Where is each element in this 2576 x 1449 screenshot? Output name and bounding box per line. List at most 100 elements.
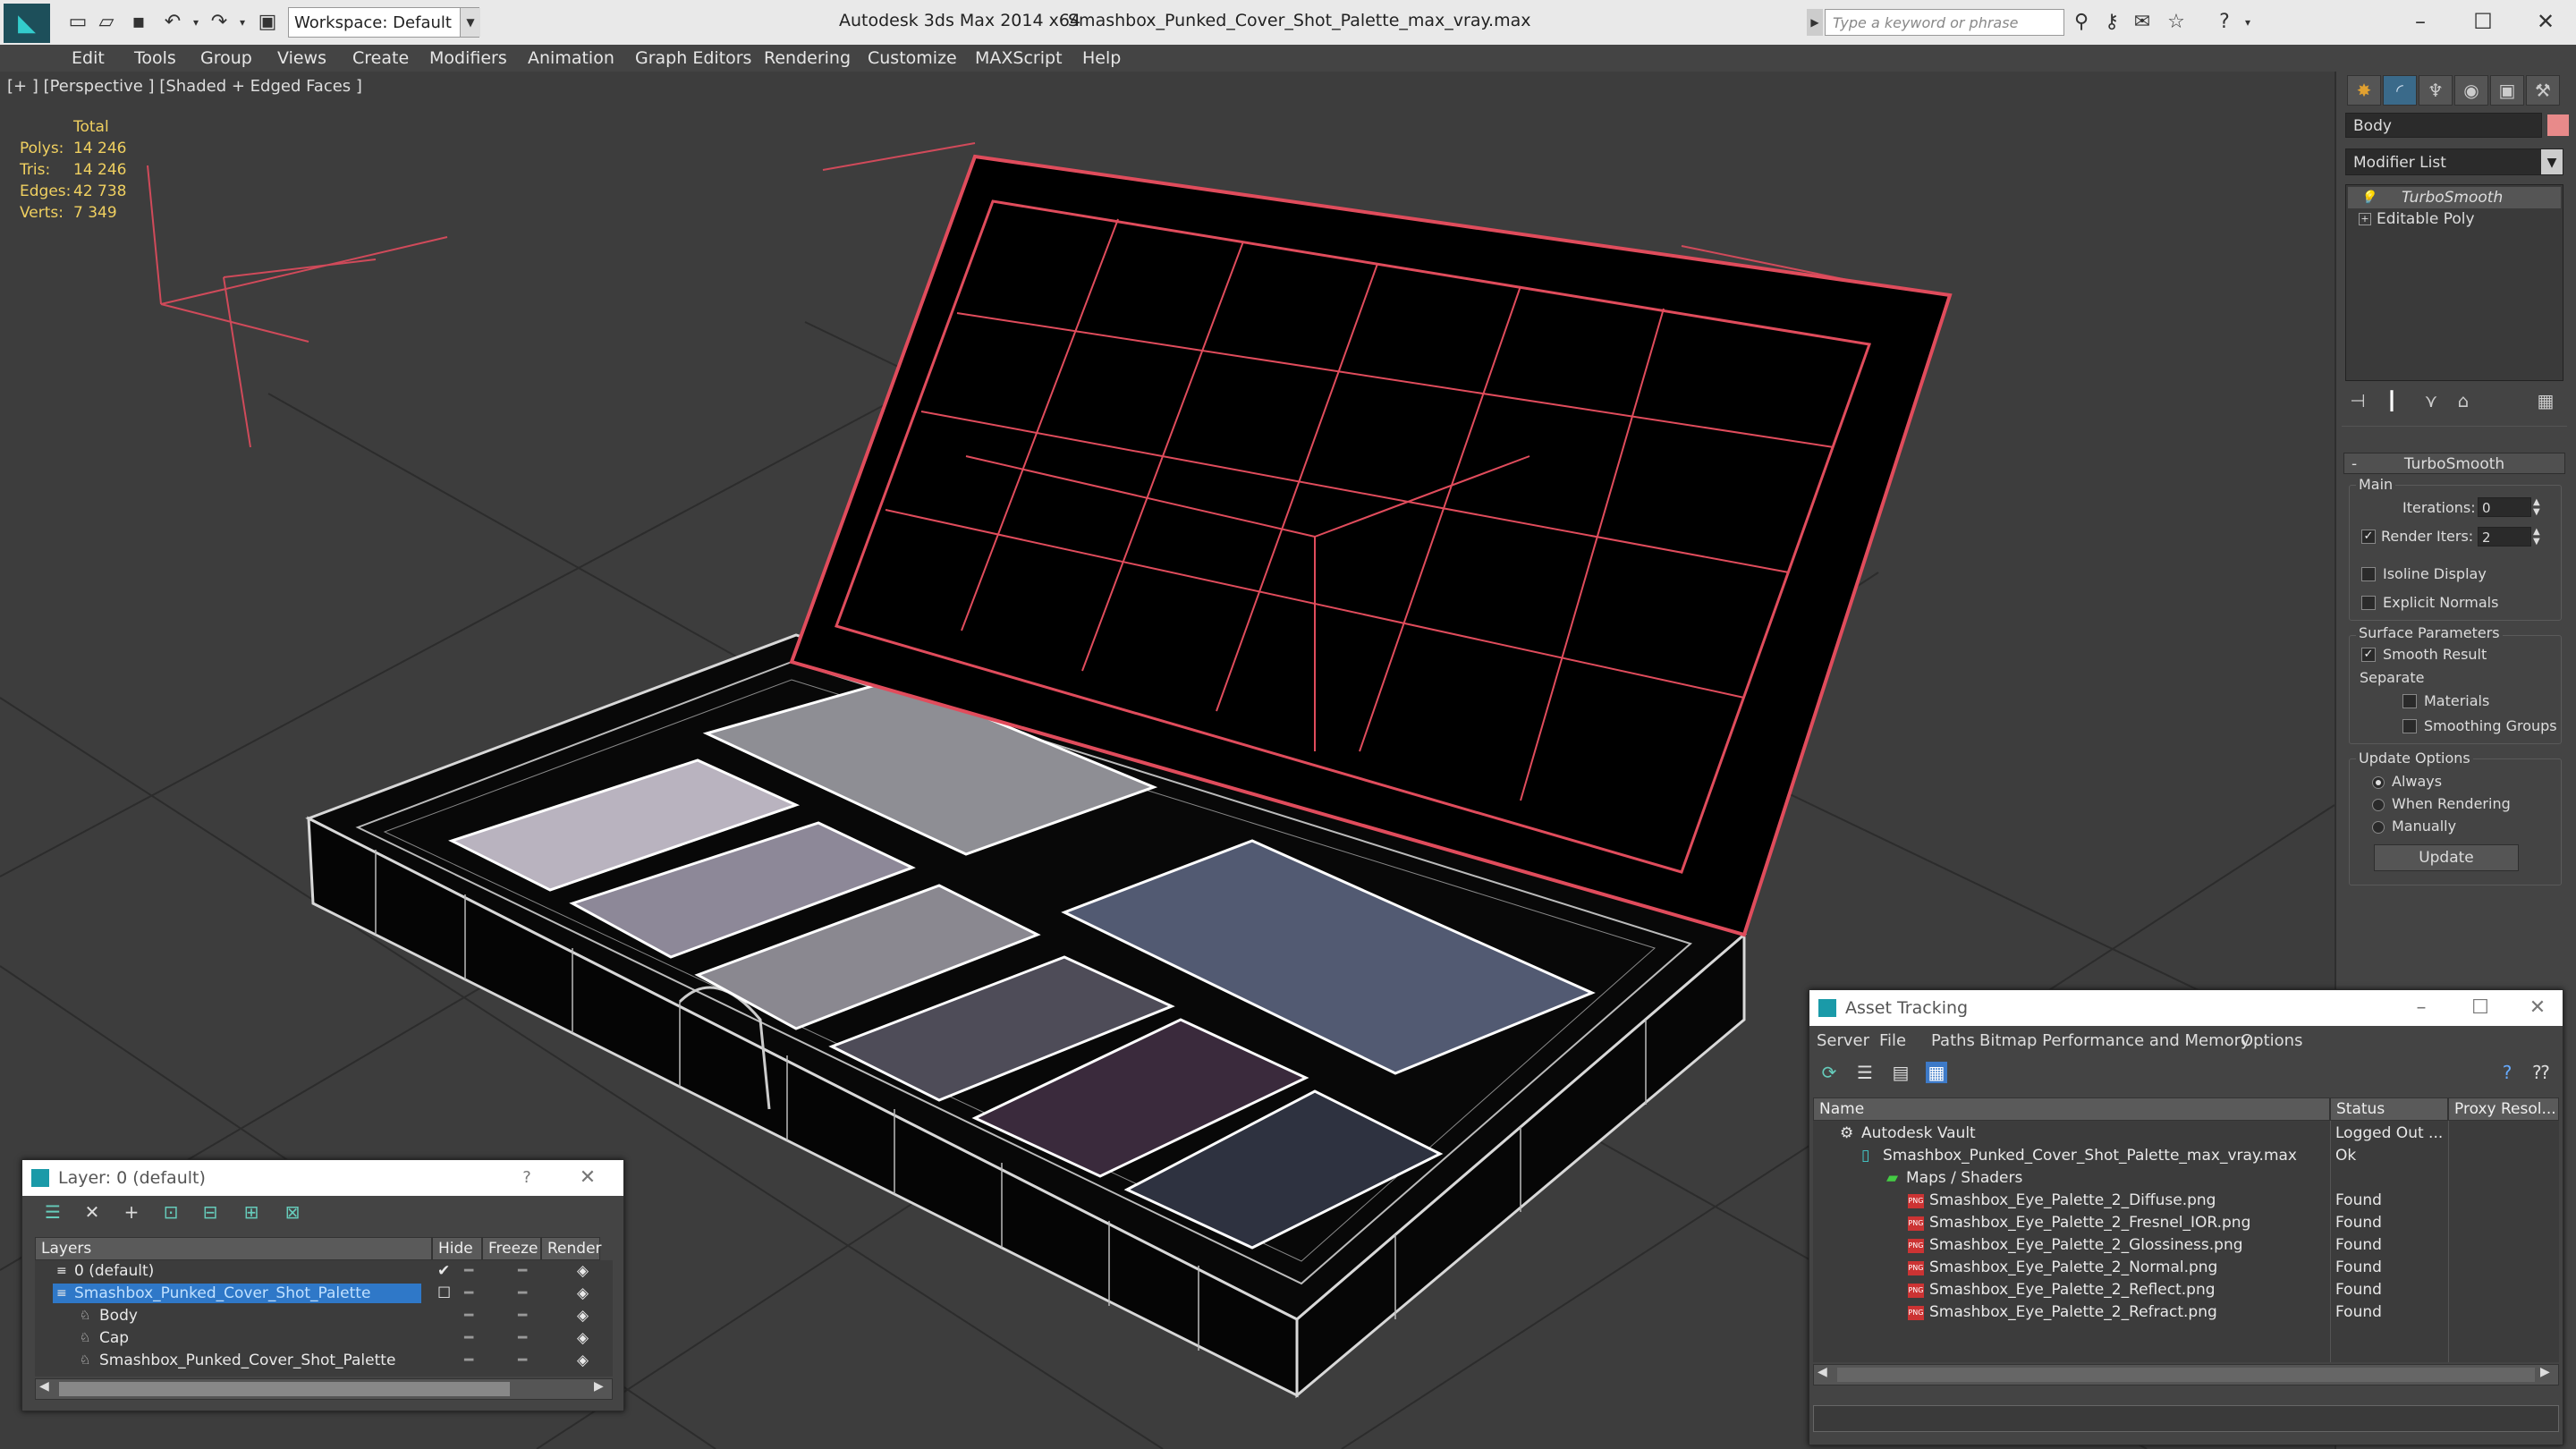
layers-column-header[interactable]: Layers	[35, 1237, 432, 1260]
horizontal-scrollbar[interactable]: ◀ ▶	[1813, 1364, 2559, 1385]
close-icon[interactable]: ✕	[2520, 990, 2555, 1026]
menu-modifiers[interactable]: Modifiers	[429, 48, 507, 68]
table-row[interactable]: ▯ Smashbox_Punked_Cover_Shot_Palette_max…	[1813, 1145, 2559, 1167]
freeze-all-icon[interactable]: ⊠	[282, 1201, 303, 1223]
asset-path-field[interactable]	[1813, 1405, 2559, 1432]
project-folder-icon[interactable]: ▣	[254, 9, 281, 36]
menu-animation[interactable]: Animation	[528, 48, 614, 68]
render-iters-checkbox[interactable]: ✓	[2361, 530, 2376, 544]
menu-group[interactable]: Group	[200, 48, 252, 68]
list-view-icon[interactable]: ☰	[1854, 1062, 1876, 1083]
minimize-window-icon[interactable]: –	[2394, 4, 2447, 39]
close-icon[interactable]: ✕	[570, 1160, 606, 1196]
scroll-left-icon[interactable]: ◀	[39, 1379, 49, 1394]
layer-panel-titlebar[interactable]: Layer: 0 (default) ? ✕	[22, 1160, 623, 1196]
active-checkmark-icon[interactable]: ✔	[437, 1260, 450, 1283]
create-tab-icon[interactable]: ✸	[2347, 75, 2381, 106]
hide-toggle-icon[interactable]: ━	[464, 1305, 473, 1327]
scroll-right-icon[interactable]: ▶	[594, 1379, 604, 1394]
help-dropdown-icon[interactable]: ▾	[2234, 9, 2261, 36]
menu-graph-editors[interactable]: Graph Editors	[635, 48, 751, 68]
context-help-icon[interactable]: ⁇	[2530, 1062, 2552, 1083]
binoculars-icon[interactable]: ⚲	[2068, 9, 2095, 36]
list-item[interactable]: ≡ Smashbox_Punked_Cover_Shot_Palette ☐ ━…	[35, 1283, 613, 1305]
stack-item-turbosmooth[interactable]: 💡 TurboSmooth	[2348, 187, 2561, 208]
smooth-result-checkbox[interactable]: ✓	[2361, 648, 2376, 662]
minimize-icon[interactable]: –	[2403, 990, 2439, 1026]
search-input[interactable]: Type a keyword or phrase	[1825, 9, 2064, 36]
key-icon[interactable]: ⚷	[2098, 9, 2125, 36]
table-row[interactable]: PNG Smashbox_Eye_Palette_2_Reflect.png F…	[1813, 1279, 2559, 1301]
scrollbar-thumb[interactable]	[1837, 1368, 2535, 1382]
render-iters-spinner[interactable]: 2	[2478, 527, 2531, 547]
expand-plus-icon[interactable]: +	[2359, 213, 2371, 225]
freeze-toggle-icon[interactable]: ━	[518, 1327, 527, 1350]
modifier-list-dropdown[interactable]: Modifier List ▼	[2345, 148, 2563, 175]
freeze-toggle-icon[interactable]: ━	[518, 1350, 527, 1372]
materials-checkbox[interactable]	[2402, 694, 2417, 708]
show-end-result-icon[interactable]: ┃	[2381, 390, 2402, 411]
pin-stack-icon[interactable]: ⊣	[2347, 390, 2368, 411]
freeze-toggle-icon[interactable]: ━	[518, 1283, 527, 1305]
object-name-field[interactable]: Body	[2345, 113, 2542, 138]
iterations-spinner[interactable]: 0	[2478, 497, 2531, 517]
details-view-icon[interactable]: ▤	[1890, 1062, 1911, 1083]
list-item[interactable]: ♘ Cap ━ ━ ◈	[35, 1327, 613, 1350]
hide-toggle-icon[interactable]: ━	[464, 1350, 473, 1372]
table-row[interactable]: PNG Smashbox_Eye_Palette_2_Glossiness.pn…	[1813, 1234, 2559, 1257]
render-teapot-icon[interactable]: ◈	[577, 1283, 589, 1305]
menu-edit[interactable]: Edit	[72, 48, 105, 68]
render-teapot-icon[interactable]: ◈	[577, 1305, 589, 1327]
make-unique-icon[interactable]: ⋎	[2420, 390, 2442, 411]
utilities-tab-icon[interactable]: ⚒	[2526, 75, 2560, 106]
menu-create[interactable]: Create	[352, 48, 409, 68]
smoothing-groups-checkbox[interactable]	[2402, 719, 2417, 733]
help-icon[interactable]: ?	[2496, 1062, 2518, 1083]
update-button[interactable]: Update	[2374, 844, 2519, 871]
scrollbar-thumb[interactable]	[59, 1382, 510, 1396]
render-column-header[interactable]: Render	[541, 1237, 602, 1260]
object-color-swatch[interactable]	[2547, 114, 2569, 136]
status-column-header[interactable]: Status	[2330, 1097, 2448, 1121]
when-rendering-radio[interactable]	[2372, 799, 2385, 811]
search-expand-icon[interactable]: ▶	[1807, 9, 1823, 36]
render-teapot-icon[interactable]: ◈	[577, 1260, 589, 1283]
help-icon[interactable]: ?	[509, 1160, 545, 1196]
manually-radio[interactable]	[2372, 821, 2385, 834]
proxy-resolution-column-header[interactable]: Proxy Resol...	[2448, 1097, 2559, 1121]
menu-server[interactable]: Server	[1817, 1031, 1869, 1050]
table-row[interactable]: PNG Smashbox_Eye_Palette_2_Normal.png Fo…	[1813, 1257, 2559, 1279]
app-logo-icon[interactable]: ◣	[4, 4, 50, 43]
explicit-normals-checkbox[interactable]	[2361, 596, 2376, 610]
render-teapot-icon[interactable]: ◈	[577, 1350, 589, 1372]
freeze-toggle-icon[interactable]: ━	[518, 1260, 527, 1283]
maximize-window-icon[interactable]: ☐	[2456, 4, 2510, 39]
isoline-display-checkbox[interactable]	[2361, 567, 2376, 581]
delete-layer-icon[interactable]: ✕	[81, 1201, 103, 1223]
freeze-column-header[interactable]: Freeze	[482, 1237, 541, 1260]
horizontal-scrollbar[interactable]: ◀ ▶	[35, 1378, 613, 1400]
scroll-right-icon[interactable]: ▶	[2540, 1365, 2550, 1379]
table-view-icon[interactable]: ▦	[1926, 1062, 1947, 1083]
menu-paths[interactable]: Paths	[1931, 1031, 1975, 1050]
always-radio[interactable]	[2372, 776, 2385, 789]
menu-maxscript[interactable]: MAXScript	[975, 48, 1063, 68]
table-row[interactable]: PNG Smashbox_Eye_Palette_2_Diffuse.png F…	[1813, 1190, 2559, 1212]
menu-views[interactable]: Views	[277, 48, 326, 68]
menu-options[interactable]: Options	[2241, 1031, 2302, 1050]
workspace-dropdown-arrow-icon[interactable]: ▼	[460, 8, 480, 37]
table-row[interactable]: ⚙ Autodesk Vault Logged Out ...	[1813, 1123, 2559, 1145]
spinner-arrows-icon[interactable]: ▲ ▼	[2533, 527, 2540, 547]
menu-help[interactable]: Help	[1082, 48, 1121, 68]
menu-customize[interactable]: Customize	[868, 48, 957, 68]
remove-modifier-icon[interactable]: ⌂	[2453, 390, 2474, 411]
modify-tab-icon[interactable]: ◜	[2383, 75, 2417, 106]
favorites-star-icon[interactable]: ☆	[2163, 9, 2190, 36]
redo-dropdown-icon[interactable]: ▾	[229, 9, 256, 36]
refresh-icon[interactable]: ⟳	[1818, 1062, 1840, 1083]
active-box-icon[interactable]: ☐	[437, 1283, 451, 1305]
hide-toggle-icon[interactable]: ━	[464, 1283, 473, 1305]
add-to-layer-icon[interactable]: +	[121, 1201, 142, 1223]
scroll-left-icon[interactable]: ◀	[1818, 1365, 1827, 1379]
highlight-layer-icon[interactable]: ⊟	[199, 1201, 221, 1223]
